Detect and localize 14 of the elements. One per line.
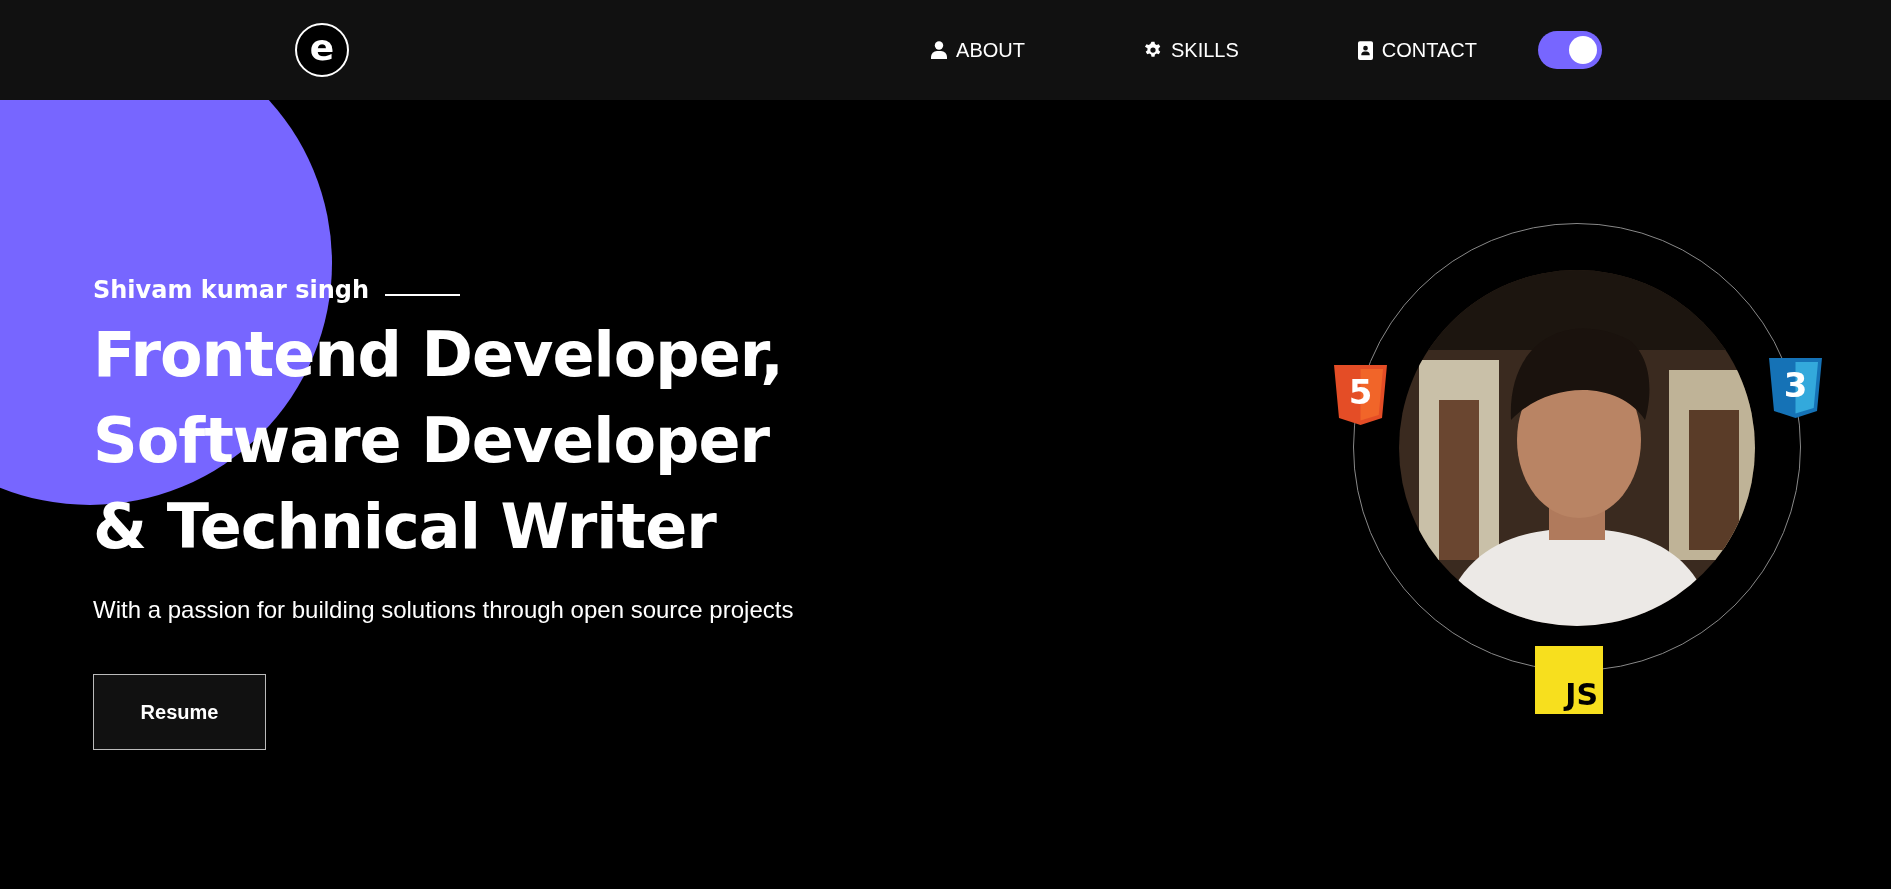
- headline: & Technical Writer: [93, 489, 718, 565]
- js-logo: JS: [1535, 646, 1603, 714]
- contact-book-icon: [1357, 40, 1373, 60]
- html-shield-icon: 5: [1334, 365, 1387, 425]
- resume-button[interactable]: Resume: [93, 674, 266, 750]
- tagline: With a passion for building solutions through open source projects: [93, 596, 795, 624]
- theme-toggle[interactable]: [1538, 31, 1602, 69]
- logo[interactable]: e: [295, 23, 349, 77]
- user-icon: [931, 41, 948, 59]
- nav-link[interactable]: SKILLS: [1144, 38, 1239, 62]
- css-shield-icon: 3: [1769, 358, 1822, 418]
- nav-link[interactable]: ABOUT: [931, 38, 1025, 62]
- gear-icon: [1144, 41, 1162, 59]
- nav-link[interactable]: CONTACT: [1357, 38, 1477, 62]
